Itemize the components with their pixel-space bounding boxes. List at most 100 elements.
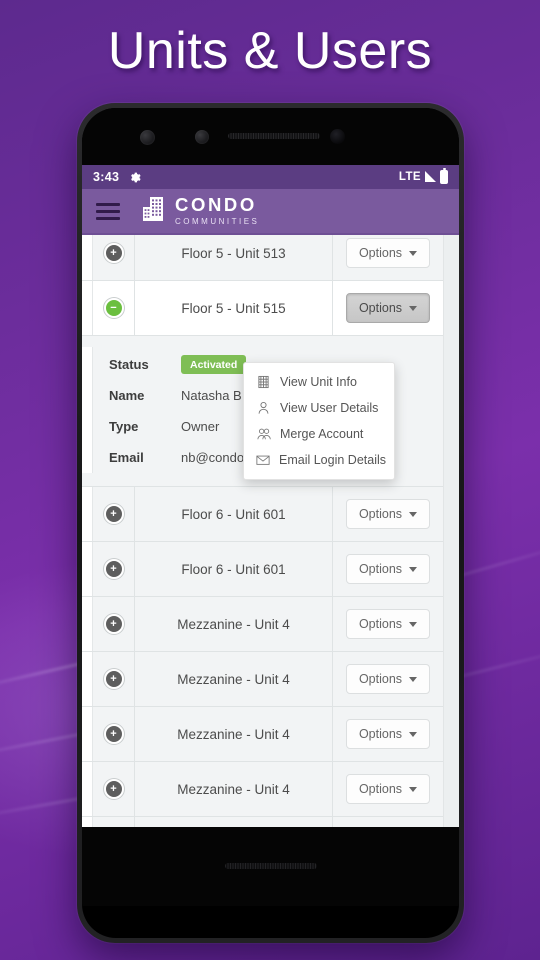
row-expand-cell: +: [93, 762, 135, 816]
network-type-label: LTE: [398, 171, 421, 183]
brand-logo[interactable]: CONDO COMMUNITIES: [142, 193, 260, 227]
building-logo-icon: [142, 196, 166, 227]
brand-name-primary: CONDO: [175, 193, 257, 215]
chevron-down-icon: [409, 676, 418, 682]
unit-name: Floor 5 - Unit 515: [135, 281, 333, 335]
row-options-cell: Options: [333, 652, 443, 706]
options-button-label: Options: [358, 507, 403, 521]
chevron-down-icon: [409, 566, 418, 572]
front-camera-icon: [330, 129, 345, 144]
phone-top-bezel: [82, 108, 459, 165]
expand-toggle-icon[interactable]: +: [103, 724, 124, 744]
menu-item-view-unit-info[interactable]: View Unit Info: [244, 369, 394, 395]
options-button[interactable]: Options: [345, 719, 431, 749]
unit-name: Floor 6 - Unit 601: [135, 542, 333, 596]
row-options-cell: Options: [333, 817, 443, 827]
row-options-cell: Options: [333, 597, 443, 651]
light-sensor-icon: [195, 130, 209, 144]
units-list-content: + Floor 5 - Unit 513 Options − Floor 5 -…: [82, 235, 459, 827]
chevron-down-icon: [409, 621, 418, 627]
chevron-down-icon: [409, 305, 418, 311]
collapse-toggle-icon[interactable]: −: [103, 298, 124, 318]
row-gutter: [82, 817, 93, 827]
table-row[interactable]: + Mezzanine - Unit 4 Options: [82, 762, 443, 817]
table-row[interactable]: + Mezzanine - Unit 4 Options: [82, 707, 443, 762]
table-row[interactable]: + Floor 5 - Unit 513 Options: [82, 235, 443, 281]
expand-toggle-icon[interactable]: +: [103, 669, 124, 689]
row-gutter: [82, 652, 93, 706]
status-badge: Activated: [181, 355, 247, 374]
earpiece-speaker-icon: [228, 133, 320, 139]
options-button-label: Options: [358, 562, 403, 576]
expand-toggle-icon[interactable]: +: [103, 614, 124, 634]
row-gutter: [82, 762, 93, 816]
options-dropdown-menu[interactable]: View Unit Info View User Details Merge A…: [243, 362, 395, 480]
row-options-cell: Options: [333, 542, 443, 596]
row-options-cell: Options: [333, 281, 443, 335]
unit-name: Mezzanine - Unit 4: [135, 652, 333, 706]
expand-toggle-icon[interactable]: +: [103, 559, 124, 579]
vertical-scrollbar[interactable]: [443, 235, 459, 827]
envelope-icon: [256, 454, 270, 466]
table-row-partial[interactable]: Options: [82, 817, 443, 827]
table-row[interactable]: + Mezzanine - Unit 4 Options: [82, 597, 443, 652]
units-table: + Floor 5 - Unit 513 Options − Floor 5 -…: [82, 235, 443, 827]
options-button-active[interactable]: Options: [345, 293, 431, 323]
row-expand-cell: +: [93, 652, 135, 706]
menu-item-email-login-details[interactable]: Email Login Details: [244, 447, 394, 473]
row-expand-cell: −: [93, 281, 135, 335]
table-row[interactable]: + Mezzanine - Unit 4 Options: [82, 652, 443, 707]
unit-name: Floor 6 - Unit 601: [135, 487, 333, 541]
chevron-down-icon: [409, 250, 418, 256]
users-icon: [256, 427, 271, 441]
menu-item-label: View User Details: [280, 401, 379, 415]
options-button[interactable]: Options: [345, 609, 431, 639]
options-button[interactable]: Options: [345, 499, 431, 529]
unit-name: Mezzanine - Unit 4: [135, 597, 333, 651]
menu-item-label: Email Login Details: [279, 453, 386, 467]
options-button[interactable]: Options: [345, 554, 431, 584]
chevron-down-icon: [409, 511, 418, 517]
gear-icon: [128, 171, 141, 184]
unit-name: Floor 5 - Unit 513: [135, 235, 333, 280]
menu-item-merge-account[interactable]: Merge Account: [244, 421, 394, 447]
name-value: Natasha B: [181, 388, 242, 403]
row-gutter: [82, 487, 93, 541]
expand-toggle-icon[interactable]: +: [103, 779, 124, 799]
building-icon: [256, 375, 271, 389]
row-expand-cell: +: [93, 235, 135, 280]
options-button[interactable]: Options: [345, 238, 431, 268]
expand-toggle-icon[interactable]: +: [103, 243, 124, 263]
hamburger-menu-icon[interactable]: [96, 202, 120, 220]
status-bar: 3:43 LTE: [82, 165, 459, 189]
user-icon: [256, 401, 271, 415]
options-button[interactable]: Options: [345, 664, 431, 694]
row-options-cell: Options: [333, 235, 443, 280]
table-row[interactable]: − Floor 5 - Unit 515 Options: [82, 281, 443, 336]
options-button-label: Options: [358, 301, 403, 315]
battery-full-icon: [440, 167, 448, 184]
row-expand-cell: +: [93, 542, 135, 596]
options-button-label: Options: [358, 727, 403, 741]
brand-name-secondary: COMMUNITIES: [175, 217, 260, 227]
promo-headline: Units & Users: [107, 22, 433, 80]
options-button-label: Options: [358, 246, 403, 260]
options-button-label: Options: [358, 617, 403, 631]
brand-wordmark: CONDO COMMUNITIES: [175, 193, 260, 227]
expand-toggle-icon[interactable]: +: [103, 504, 124, 524]
menu-item-view-user-details[interactable]: View User Details: [244, 395, 394, 421]
type-label: Type: [109, 419, 139, 434]
row-gutter: [82, 542, 93, 596]
table-row[interactable]: + Floor 6 - Unit 601 Options: [82, 542, 443, 597]
row-gutter: [82, 707, 93, 761]
row-gutter: [82, 235, 93, 280]
unit-name: [135, 817, 333, 827]
chevron-down-icon: [409, 731, 418, 737]
row-expand-cell: +: [93, 487, 135, 541]
options-button[interactable]: Options: [345, 774, 431, 804]
status-bar-indicators: LTE: [398, 167, 448, 184]
promo-page: Units & Users 3:43 LTE CONDO COMMUNITIES…: [0, 0, 540, 960]
row-options-cell: Options: [333, 707, 443, 761]
table-row[interactable]: + Floor 6 - Unit 601 Options: [82, 487, 443, 542]
phone-screen-frame: 3:43 LTE CONDO COMMUNITIES + Floor 5 - U…: [82, 108, 459, 938]
